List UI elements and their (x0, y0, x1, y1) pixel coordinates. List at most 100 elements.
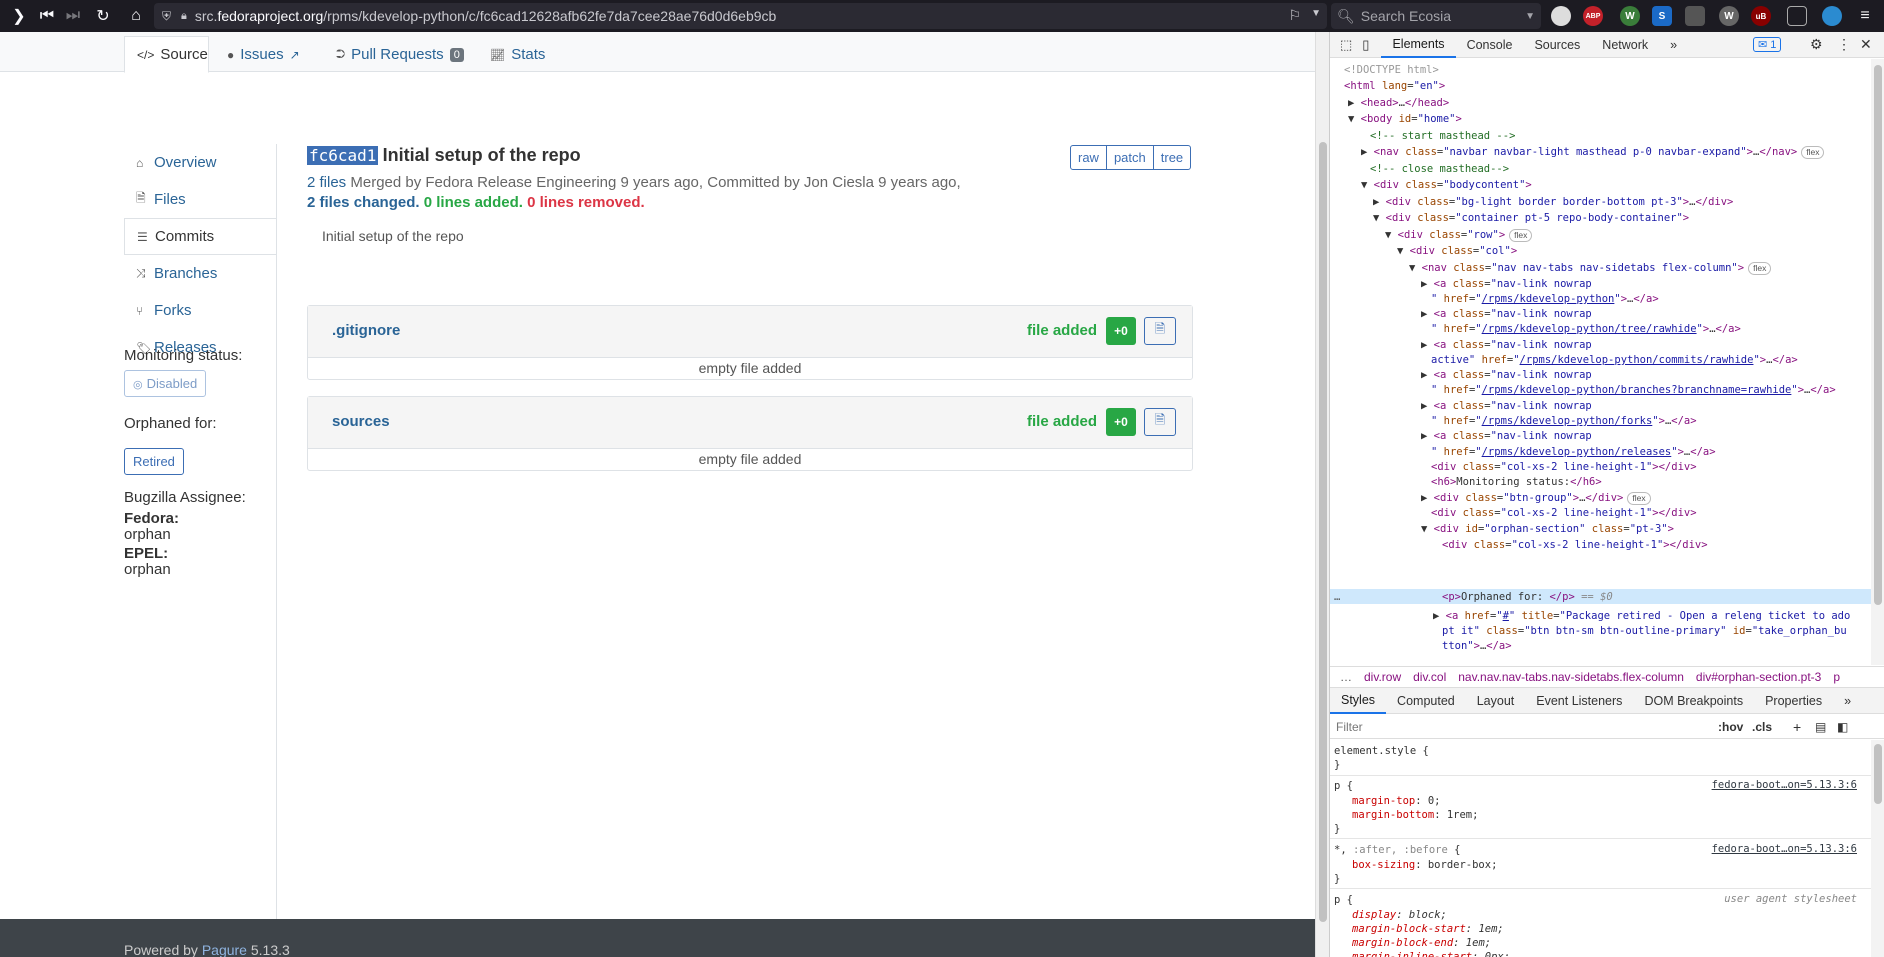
scrollbar-thumb[interactable] (1319, 142, 1327, 922)
styles-filter-input[interactable]: Filter (1336, 720, 1686, 734)
dom-line[interactable]: ▶ <div class="btn-group">…</div> flex (1421, 491, 1651, 505)
dom-line[interactable]: ▼ <nav class="nav nav-tabs nav-sidetabs … (1409, 261, 1772, 275)
breadcrumb-item[interactable]: div.row (1364, 670, 1401, 684)
file-name-link[interactable]: sources (332, 413, 390, 430)
tab-elements[interactable]: Elements (1381, 32, 1456, 58)
pagure-link[interactable]: Pagure (202, 942, 247, 957)
dom-line[interactable]: ▶ <a href="#" title="Package retired - O… (1433, 609, 1850, 623)
dom-line[interactable]: tton">…</a> (1442, 639, 1512, 653)
rule-line[interactable]: margin-block-end: 1em; (1352, 936, 1491, 950)
rule-line[interactable]: display: block; (1352, 908, 1447, 922)
dom-line[interactable]: ▶ <a class="nav-link nowrap (1421, 368, 1592, 382)
skip-forward-icon[interactable]: ⏭ (58, 1, 88, 31)
url-text[interactable]: src.fedoraproject.org/rpms/kdevelop-pyth… (195, 8, 776, 24)
sidebar-item-branches[interactable]: ⤨ Branches (124, 255, 276, 292)
dom-line[interactable]: " href="/rpms/kdevelop-python/branches?b… (1431, 383, 1836, 397)
view-file-icon[interactable]: 🗎 (1144, 408, 1176, 436)
extension-camera-icon[interactable] (1685, 6, 1705, 26)
url-bar[interactable]: ⛨ 🔒︎ src.fedoraproject.org/rpms/kdevelop… (154, 3, 1327, 29)
rule-line[interactable]: p { (1334, 779, 1353, 793)
monitoring-status-button[interactable]: ◎ Disabled (124, 370, 207, 397)
take-orphan-button[interactable]: Retired (124, 448, 184, 475)
dom-line[interactable]: <div class="col-xs-2 line-height-1"></di… (1431, 506, 1697, 520)
dom-line[interactable]: <html lang="en"> (1344, 79, 1445, 93)
dom-line[interactable]: ▼ <div class="col"> (1397, 244, 1517, 258)
dom-line[interactable]: ▼ <body id="home"> (1348, 112, 1462, 126)
hov-toggle[interactable]: :hov (1718, 720, 1743, 734)
dom-line[interactable]: ▼ <div class="bodycontent"> (1361, 178, 1532, 192)
styles-rules[interactable]: element.style { } p { fedora-boot…on=5.1… (1330, 740, 1871, 957)
extension-bin-icon[interactable] (1787, 6, 1807, 26)
forward-icon[interactable]: ❯ (4, 1, 34, 31)
profile-avatar[interactable] (1551, 6, 1571, 26)
files-count-link[interactable]: 2 files (307, 174, 346, 191)
rule-line[interactable]: margin-bottom: 1rem; (1352, 808, 1478, 822)
file-name-link[interactable]: .gitignore (332, 322, 400, 339)
search-bar[interactable]: 🔍︎ Search Ecosia ▼ (1331, 3, 1541, 29)
chevron-down-icon[interactable]: ▼ (1311, 8, 1321, 19)
dom-line[interactable]: ▼ <div id="orphan-section" class="pt-3"> (1421, 522, 1674, 536)
breadcrumb-item[interactable]: p (1833, 670, 1840, 684)
settings-gear-icon[interactable]: ⚙ (1810, 36, 1823, 53)
tab-network[interactable]: Network (1591, 32, 1659, 58)
rule-line[interactable]: } (1334, 758, 1340, 772)
rule-line[interactable]: p { (1334, 893, 1353, 907)
tab-layout[interactable]: Layout (1466, 688, 1526, 714)
breadcrumb-ellipsis[interactable]: … (1340, 670, 1352, 684)
add-rule-icon[interactable]: + (1793, 719, 1801, 735)
dom-line[interactable]: ▼ <div class="container pt-5 repo-body-c… (1373, 211, 1689, 225)
tab-properties[interactable]: Properties (1754, 688, 1833, 714)
rule-source-link[interactable]: fedora-boot…on=5.13.3:6 (1712, 843, 1857, 855)
dom-line[interactable]: ▶ <div class="bg-light border border-bot… (1373, 195, 1733, 209)
kebab-menu-icon[interactable]: ⋮ (1837, 36, 1851, 53)
dom-scrollbar-thumb[interactable] (1874, 65, 1882, 605)
home-icon[interactable]: ⌂ (121, 1, 151, 31)
dom-line[interactable]: pt it" class="btn btn-sm btn-outline-pri… (1442, 624, 1847, 638)
breadcrumb-item[interactable]: nav.nav.nav-tabs.nav-sidetabs.flex-colum… (1458, 670, 1684, 684)
rule-line[interactable]: } (1334, 822, 1340, 836)
dom-line-ellipsis[interactable]: … (1334, 590, 1340, 604)
sidebar-item-commits[interactable]: ☰ Commits (124, 218, 276, 255)
device-toolbar-icon[interactable]: ▯ (1362, 37, 1369, 53)
lock-icon[interactable]: 🔒︎ (181, 10, 187, 23)
rule-line[interactable]: margin-block-start: 1em; (1352, 922, 1504, 936)
dom-line[interactable]: <!-- start masthead --> (1370, 129, 1515, 143)
tab-sources[interactable]: Sources (1523, 32, 1591, 58)
breadcrumb-item[interactable]: div.col (1413, 670, 1446, 684)
tab-console[interactable]: Console (1456, 32, 1524, 58)
issues-badge[interactable]: ✉ 1 (1753, 37, 1782, 52)
search-dropdown-icon[interactable]: ▼ (1525, 11, 1535, 22)
dom-line[interactable]: ▶ <a class="nav-link nowrap (1421, 429, 1592, 443)
dom-line[interactable]: " href="/rpms/kdevelop-python/tree/rawhi… (1431, 322, 1741, 336)
sidebar-item-forks[interactable]: ⑂ Forks (124, 292, 276, 329)
dom-line[interactable]: <div class="col-xs-2 line-height-1"></di… (1431, 460, 1697, 474)
tree-button[interactable]: tree (1154, 146, 1190, 169)
tab-stats[interactable]: 📈︎ Stats (478, 36, 557, 73)
dom-line[interactable]: " href="/rpms/kdevelop-python">…</a> (1431, 292, 1659, 306)
dom-line[interactable]: " href="/rpms/kdevelop-python/releases">… (1431, 445, 1716, 459)
dom-line[interactable]: <!DOCTYPE html> (1344, 63, 1439, 77)
rule-line[interactable]: *, :after, :before { (1334, 843, 1460, 857)
patch-button[interactable]: patch (1107, 146, 1154, 169)
dom-line[interactable]: ▼ <div class="row"> flex (1385, 228, 1533, 242)
dom-tree[interactable]: <!DOCTYPE html> <html lang="en"> ▶ <head… (1330, 59, 1871, 656)
extension-s-icon[interactable]: S (1652, 6, 1672, 26)
rule-line[interactable]: } (1334, 872, 1340, 886)
rule-line[interactable]: margin-inline-start: 0px; (1352, 950, 1510, 957)
inspect-icon[interactable]: ⬚ (1340, 37, 1352, 53)
rule-line[interactable]: element.style { (1334, 744, 1429, 758)
dom-line[interactable]: ▶ <a class="nav-link nowrap (1421, 399, 1592, 413)
dom-line-selected[interactable]: <p>Orphaned for: </p> == $0 (1442, 590, 1613, 604)
extension-globe-icon[interactable] (1822, 6, 1842, 26)
sidebar-item-overview[interactable]: ⌂ Overview (124, 144, 276, 181)
dom-line[interactable]: <!-- close masthead--> (1370, 162, 1509, 176)
reload-icon[interactable]: ↻ (88, 1, 118, 31)
tab-source[interactable]: </> Source (124, 36, 209, 73)
cls-toggle[interactable]: .cls (1752, 720, 1772, 734)
more-tabs-icon[interactable]: » (1833, 688, 1862, 714)
ublock-icon[interactable]: uB (1751, 6, 1771, 26)
adblock-icon[interactable]: ABP (1583, 6, 1603, 26)
styles-scrollbar[interactable] (1871, 740, 1884, 957)
dom-scrollbar[interactable] (1871, 59, 1884, 665)
dom-line[interactable]: active" href="/rpms/kdevelop-python/comm… (1431, 353, 1798, 367)
